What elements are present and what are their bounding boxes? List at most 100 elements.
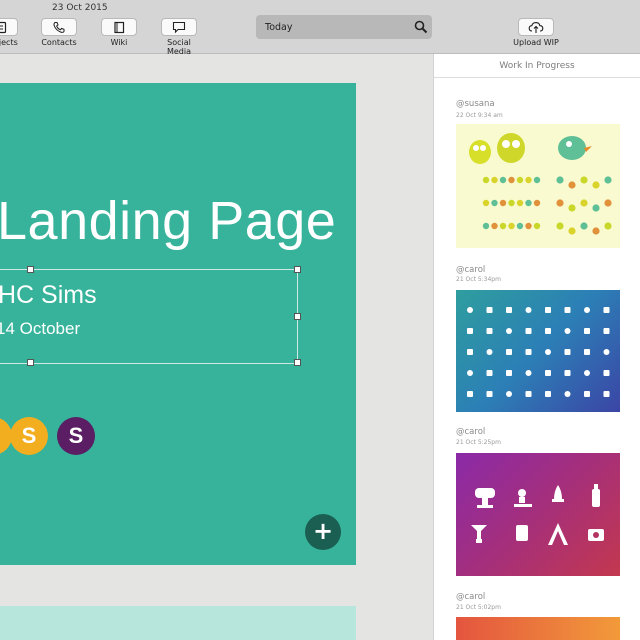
bird-sprite — [482, 222, 490, 230]
post-timestamp: 21 Oct 5:02pm — [456, 604, 501, 611]
icon-glyph — [584, 349, 590, 355]
bird-sprite — [556, 176, 564, 184]
bird-sprite — [508, 199, 515, 207]
bird-sprite — [491, 176, 498, 184]
icon-glyph — [506, 349, 512, 355]
bird-sprite — [508, 176, 515, 184]
wip-thumbnail[interactable] — [456, 453, 620, 576]
bird-sprite — [533, 199, 541, 207]
bird-sprite — [604, 222, 612, 230]
icon-glyph — [564, 391, 571, 397]
phone-icon — [53, 22, 65, 33]
next-slide[interactable] — [0, 606, 356, 640]
slide-landing-page[interactable]: Landing Page — [0, 83, 356, 565]
work-in-progress-panel: Work In Progress @susana 22 Oct 9:34 am … — [433, 54, 640, 640]
icon-glyph — [506, 391, 512, 397]
bird-sprites — [482, 176, 612, 235]
icon-glyph — [564, 349, 571, 355]
wip-thumbnail[interactable] — [456, 617, 620, 640]
bird-sprite — [568, 181, 576, 189]
bird-sprite — [580, 176, 588, 184]
icon-glyph — [467, 328, 473, 334]
bird-sprite — [516, 222, 524, 230]
panel-title: Work In Progress — [434, 54, 640, 78]
projects-label: Projects — [0, 38, 18, 47]
post-author[interactable]: @carol — [456, 427, 485, 437]
search-icon[interactable] — [414, 20, 428, 34]
icon-glyph — [584, 307, 590, 313]
icon-set-preview — [467, 307, 610, 397]
icon-glyph — [545, 391, 551, 397]
icon-glyph — [603, 391, 610, 397]
bird-sprite — [568, 204, 576, 212]
icon-glyph — [525, 349, 532, 355]
bird-sprite — [592, 227, 600, 235]
bird-sprite — [525, 222, 532, 230]
projects-button[interactable]: Projects — [0, 18, 22, 47]
post-timestamp: 21 Oct 5:34pm — [456, 276, 501, 283]
bird-sprite — [482, 199, 490, 207]
icon-glyph — [603, 349, 610, 355]
icon-glyph — [467, 391, 473, 397]
icon-glyph — [506, 328, 512, 334]
icon-glyph — [584, 391, 590, 397]
toolbar-date: 23 Oct 2015 — [52, 3, 108, 13]
icon-glyph — [603, 370, 610, 376]
bird-sprite — [604, 199, 612, 207]
speech-bubble-icon — [172, 21, 186, 34]
bird-sprite — [508, 222, 515, 230]
bird-sprite — [525, 176, 532, 184]
icon-set-preview — [471, 484, 604, 545]
icon-glyph — [584, 370, 590, 376]
icon-glyph — [525, 307, 532, 313]
post-author[interactable]: @carol — [456, 592, 485, 602]
bird-sprite — [604, 176, 612, 184]
icon-glyph — [564, 328, 571, 334]
icon-glyph — [486, 307, 493, 313]
bird-sprite — [516, 176, 524, 184]
bird-sprite — [491, 199, 498, 207]
bird-sprite — [533, 176, 541, 184]
contacts-button[interactable]: Contacts — [40, 18, 78, 47]
icon-glyph — [486, 349, 493, 355]
bird-sprite — [499, 222, 507, 230]
post-author[interactable]: @carol — [456, 265, 485, 275]
icon-glyph — [545, 307, 551, 313]
icon-glyph — [525, 370, 532, 376]
bird-sprite — [556, 222, 564, 230]
search-input[interactable] — [256, 15, 432, 39]
slide-title[interactable]: Landing Page — [0, 190, 336, 252]
icon-glyph — [486, 328, 493, 334]
icon-glyph — [467, 349, 473, 355]
bird-sprite — [592, 181, 600, 189]
social-media-label: Social Media — [166, 38, 192, 56]
icon-glyph — [525, 391, 532, 397]
wip-thumbnail[interactable] — [456, 290, 620, 412]
post-author[interactable]: @susana — [456, 99, 495, 109]
icon-glyph — [545, 349, 551, 355]
bird-sprite — [580, 222, 588, 230]
social-media-button[interactable]: Social Media — [154, 18, 204, 56]
icon-glyph — [564, 307, 571, 313]
upload-wip-label: Upload WIP — [513, 38, 559, 47]
icon-glyph — [467, 307, 473, 313]
toolbar: 23 Oct 2015 Projects Contacts Wiki Socia… — [0, 0, 640, 56]
bird-sprite — [556, 199, 564, 207]
cloud-upload-icon — [528, 22, 544, 33]
upload-wip-button[interactable]: Upload WIP — [510, 18, 562, 47]
icon-glyph — [525, 328, 532, 334]
icon-glyph — [545, 370, 551, 376]
bird-sprite — [482, 176, 490, 184]
projects-icon — [0, 21, 7, 34]
icon-glyph — [467, 370, 473, 376]
wiki-button[interactable]: Wiki — [100, 18, 138, 47]
icon-glyph — [545, 328, 551, 334]
wip-thumbnail[interactable] — [456, 124, 620, 248]
book-icon — [114, 21, 125, 34]
icon-glyph — [603, 328, 610, 334]
bird-sprite — [499, 199, 507, 207]
bird-sprite — [592, 204, 600, 212]
icon-glyph — [506, 307, 512, 313]
icon-glyph — [564, 370, 571, 376]
bird-sprite — [499, 176, 507, 184]
